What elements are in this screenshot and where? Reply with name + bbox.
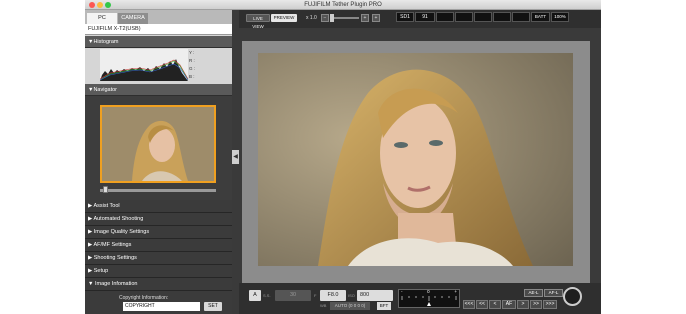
shutter-speed-label: S.S. xyxy=(263,293,271,298)
left-panel: PC CAMERA FUJIFILM X-T2(USB) ▼Histogram … xyxy=(85,10,232,314)
histogram-section-header[interactable]: ▼Histogram xyxy=(85,36,232,48)
nav-first-button[interactable]: <<< xyxy=(463,300,475,309)
status-cell-empty-1 xyxy=(436,12,454,22)
menu-image-information[interactable]: ▼ Image Infomation xyxy=(85,278,232,291)
white-balance-value[interactable]: AUTO (0 0 0 0) xyxy=(330,302,370,310)
aperture-value[interactable]: F8.0 xyxy=(320,290,346,301)
zoom-level: x 1.0 xyxy=(306,15,317,21)
nav-prev-button[interactable]: < xyxy=(489,300,501,309)
af-lock-button[interactable]: AF-L xyxy=(544,289,563,297)
histogram-y-label: Y : xyxy=(189,50,195,55)
status-cell-empty-3 xyxy=(474,12,492,22)
zoom-fit-button[interactable]: + xyxy=(372,14,380,22)
shutter-speed-value[interactable]: 30 xyxy=(275,290,311,301)
meter-plus-label: + xyxy=(454,289,457,294)
card-slot-status: SD1 xyxy=(396,12,414,22)
navigator-thumbnail[interactable] xyxy=(100,105,216,183)
copyright-set-button[interactable]: SET xyxy=(204,302,222,311)
frames-remaining: 91 xyxy=(415,12,435,22)
menu-assist-tool[interactable]: ▶ Assist Tool xyxy=(85,200,232,213)
preview-button[interactable]: PREVIEW xyxy=(271,14,297,22)
status-cell-empty-5 xyxy=(512,12,530,22)
battery-label: BATT xyxy=(531,12,550,22)
navigator-zoom-track[interactable] xyxy=(100,189,216,192)
nav-forward-fast-button[interactable]: >> xyxy=(530,300,542,309)
iso-value[interactable]: 800 xyxy=(357,290,393,301)
menu-setup[interactable]: ▶ Setup xyxy=(85,265,232,278)
copyright-label: Copyright Information: xyxy=(119,295,169,301)
live-view-button[interactable]: LIVE VIEW xyxy=(246,14,270,29)
camera-name: FUJIFILM X-T2(USB) xyxy=(85,24,232,35)
white-balance-label: WB xyxy=(320,303,327,308)
histogram-chart xyxy=(100,49,188,81)
nav-last-button[interactable]: >>> xyxy=(543,300,557,309)
navigator-section-header[interactable]: ▼Navigator xyxy=(85,84,232,96)
status-cell-empty-2 xyxy=(455,12,473,22)
navigator-zoom-handle[interactable] xyxy=(103,186,108,193)
navigator-thumbnail-image xyxy=(102,107,214,181)
zoom-out-button[interactable]: − xyxy=(321,14,329,22)
histogram-b-label: B : xyxy=(189,74,195,79)
aperture-label: F xyxy=(314,293,317,298)
preview-photo-image xyxy=(258,53,573,266)
menu-image-quality-settings[interactable]: ▶ Image Quality Settings xyxy=(85,226,232,239)
iso-label: ISO xyxy=(348,293,355,298)
collapse-panel-button[interactable]: ◀ xyxy=(232,150,239,164)
tab-camera[interactable]: CAMERA xyxy=(118,13,148,24)
zoom-in-button[interactable]: + xyxy=(361,14,369,22)
tab-pc[interactable]: PC xyxy=(87,13,117,24)
shutter-release-button[interactable] xyxy=(563,287,582,306)
copyright-input[interactable]: COPYRIGHT xyxy=(123,302,200,311)
histogram-g-label: G : xyxy=(189,66,196,71)
exposure-mode[interactable]: A xyxy=(249,290,261,301)
menu-shooting-settings[interactable]: ▶ Shooting Settings xyxy=(85,252,232,265)
nav-back-fast-button[interactable]: << xyxy=(476,300,488,309)
zoom-slider-track[interactable] xyxy=(331,17,359,19)
ae-lock-button[interactable]: AE-L xyxy=(524,289,543,297)
menu-af-mf-settings[interactable]: ▶ AF/MF Settings xyxy=(85,239,232,252)
bft-button[interactable]: BFT xyxy=(377,302,391,310)
tab-bar: PC CAMERA xyxy=(85,10,232,24)
nav-next-button[interactable]: > xyxy=(517,300,529,309)
zoom-slider-handle[interactable] xyxy=(330,14,334,22)
menu-automated-shooting[interactable]: ▶ Automated Shooting xyxy=(85,213,232,226)
af-button[interactable]: AF xyxy=(502,300,516,309)
exposure-meter-ticks xyxy=(401,296,457,306)
meter-zero-label: 0 xyxy=(427,289,430,294)
status-cell-empty-4 xyxy=(493,12,511,22)
histogram-r-label: R : xyxy=(189,58,195,63)
preview-photo xyxy=(258,53,573,266)
exposure-meter-scale: - 0 + xyxy=(401,289,457,294)
battery-level: 100% xyxy=(551,12,569,22)
meter-minus-label: - xyxy=(401,289,403,294)
